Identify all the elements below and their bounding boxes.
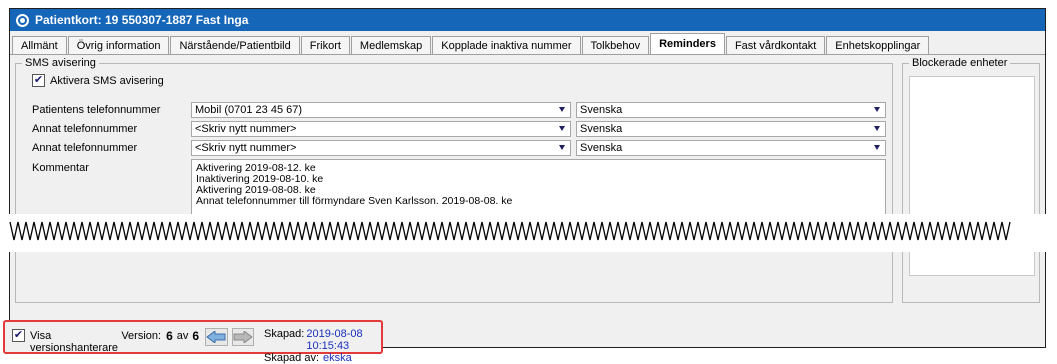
dropdown-arrow-icon[interactable] [559,126,565,131]
tab-9[interactable]: Enhetskopplingar [826,36,930,54]
tab-6[interactable]: Tolkbehov [581,36,650,54]
window-title: Patientkort: 19 550307-1887 Fast Inga [35,13,249,27]
version-current: 6 [166,329,173,343]
arrow-right-icon [233,331,253,343]
tab-4[interactable]: Medlemskap [350,36,432,54]
dropdown-arrow-icon[interactable] [874,126,880,131]
patient-card-window: Patientkort: 19 550307-1887 Fast Inga Al… [9,8,1046,348]
arrow-left-icon [206,331,226,343]
tab-0[interactable]: Allmänt [12,36,67,54]
version-of-label: av [176,330,189,342]
dropdown-arrow-icon[interactable] [874,107,880,112]
created-info: Skapad: 2019-08-08 10:15:43 Skapad av: e… [264,328,381,364]
cutout-zigzag-band [0,214,1057,252]
patient-phone-label: Patientens telefonnummer [32,104,161,116]
sms-avisering-group: SMS avisering ✔ Aktivera SMS avisering P… [15,57,893,303]
tab-5[interactable]: Kopplade inaktiva nummer [432,36,581,54]
other-phone-label-2: Annat telefonnummer [32,142,138,154]
created-row: Skapad: 2019-08-08 10:15:43 [264,328,381,352]
comment-line: Annat telefonnummer till förmyndare Sven… [196,195,513,207]
other-phone-combo-2[interactable]: <Skriv nytt nummer> [191,140,571,156]
tab-7[interactable]: Reminders [650,33,725,54]
checkmark-icon: ✔ [33,74,44,86]
show-version-checkbox[interactable]: ✔ [12,329,25,342]
tab-2[interactable]: Närstående/Patientbild [170,36,300,54]
other-language-combo-2[interactable]: Svenska [576,140,886,156]
app-icon [16,13,29,27]
version-total: 6 [192,329,200,343]
comment-textarea[interactable]: Aktivering 2019-08-12. ke Inaktivering 2… [191,159,886,221]
activate-sms-checkbox[interactable]: ✔ [32,74,45,87]
dropdown-arrow-icon[interactable] [559,107,565,112]
next-version-button[interactable] [231,328,254,346]
other-language-combo-1[interactable]: Svenska [576,121,886,137]
created-label: Skapad: [263,328,305,340]
patient-phone-value: Mobil (0701 23 45 67) [195,104,303,116]
tab-bar: Allmänt Övrig information Närstående/Patie… [10,31,1045,55]
tab-3[interactable]: Frikort [300,36,350,54]
other-phone-combo-1[interactable]: <Skriv nytt nummer> [191,121,571,137]
previous-version-button[interactable] [205,328,228,346]
blocked-group-title: Blockerade enheter [909,57,1011,69]
blocked-units-group: Blockerade enheter [902,57,1040,303]
version-control-bar: ✔ Visa versionshanterare Version: 6 av 6… [3,320,383,364]
other-phone-value-1: <Skriv nytt nummer> [195,123,297,135]
other-phone-label-1: Annat telefonnummer [32,123,138,135]
checkmark-icon: ✔ [13,329,24,341]
created-value: 2019-08-08 10:15:43 [306,328,363,352]
activate-sms-label: Aktivera SMS avisering [50,74,164,87]
patient-language-combo[interactable]: Svenska [576,102,886,118]
window-titlebar: Patientkort: 19 550307-1887 Fast Inga [10,9,1045,31]
sms-group-title: SMS avisering [22,57,99,69]
activate-sms-row[interactable]: ✔ Aktivera SMS avisering [32,74,164,87]
dropdown-arrow-icon[interactable] [559,145,565,150]
tab-8[interactable]: Fast vårdkontakt [725,36,826,54]
zigzag-divider [9,221,1011,241]
comment-label: Kommentar [32,162,89,174]
dropdown-arrow-icon[interactable] [874,145,880,150]
version-label: Version: [121,330,162,342]
tab-1[interactable]: Övrig information [67,36,170,54]
other-phone-value-2: <Skriv nytt nummer> [195,142,297,154]
patient-language-value: Svenska [580,104,623,116]
patient-phone-combo[interactable]: Mobil (0701 23 45 67) [191,102,571,118]
show-version-label: Visa versionshanterare [30,330,119,354]
other-language-value-1: Svenska [580,123,623,135]
other-language-value-2: Svenska [580,142,623,154]
